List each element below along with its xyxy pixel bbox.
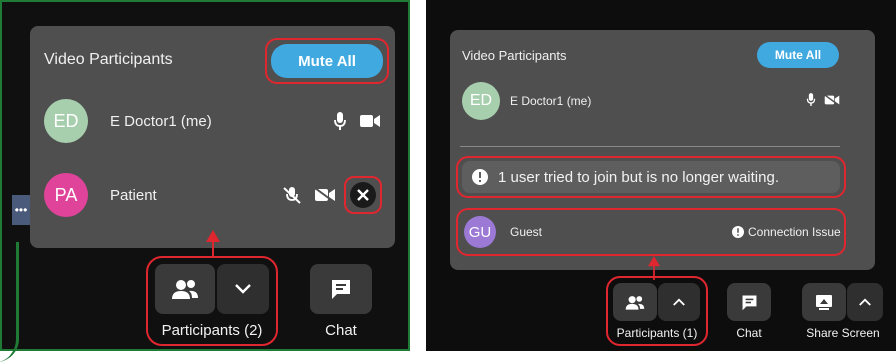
remove-participant-button[interactable] [350,182,376,208]
chat-button[interactable] [310,264,372,314]
arrow-up-icon [206,230,220,258]
share-screen-button[interactable] [802,283,846,321]
participants-button[interactable] [613,283,657,321]
chat-label: Chat [325,322,357,339]
mic-muted-icon[interactable] [282,185,302,205]
avatar-initials: ED [53,110,79,131]
participants-panel: Video Participants Mute All ED E Doctor1… [450,30,875,270]
video-off-icon[interactable] [314,187,336,203]
chevron-up-icon [673,298,685,306]
avatar: PA [44,173,88,217]
right-screenshot: Video Participants Mute All ED E Doctor1… [426,0,896,351]
chat-label: Chat [736,326,762,340]
guest-name: Guest [510,225,543,239]
panel-title: Video Participants [462,48,567,63]
share-screen-icon [815,294,833,310]
participants-panel: Video Participants Mute All ED E Doctor1… [30,26,395,248]
microphone-icon[interactable] [806,92,816,107]
more-handle[interactable]: ••• [12,195,30,225]
participants-menu-toggle[interactable] [217,264,269,314]
participants-button[interactable] [155,264,215,314]
share-screen-menu-toggle[interactable] [847,283,883,321]
info-icon [732,226,744,238]
chat-button[interactable] [727,283,771,321]
chevron-down-icon [235,284,251,294]
participant-name: E Doctor1 (me) [110,113,212,130]
notice-banner: 1 user tried to join but is no longer wa… [462,161,840,193]
avatar: GU [464,216,496,248]
divider [460,146,840,147]
mute-all-button[interactable]: Mute All [757,42,839,68]
participants-label: Participants (2) [161,322,263,339]
decorative-curve [0,242,19,362]
video-off-icon[interactable] [824,94,840,106]
video-camera-icon[interactable] [360,114,380,128]
participant-name: Patient [110,187,157,204]
left-screenshot: ••• Video Participants Mute All ED E Doc… [0,0,410,362]
panel-title: Video Participants [44,51,173,68]
avatar: ED [44,99,88,143]
people-icon [625,295,645,310]
notice-text: 1 user tried to join but is no longer wa… [498,168,779,186]
participants-label: Participants (1) [616,326,698,340]
participant-name: E Doctor1 (me) [510,94,592,108]
avatar-initials: ED [469,92,493,109]
chat-icon [330,278,352,300]
close-icon [357,189,369,201]
avatar: ED [462,82,500,120]
chat-icon [741,294,758,311]
people-icon [171,279,199,299]
avatar-initials: PA [54,184,78,205]
info-icon [472,169,488,185]
chevron-up-icon [859,298,871,306]
mute-all-button[interactable]: Mute All [271,44,383,78]
connection-status: Connection Issue [748,225,841,239]
avatar-initials: GU [468,223,492,241]
share-screen-label: Share Screen [806,326,880,340]
microphone-icon[interactable] [333,111,347,131]
participants-menu-toggle[interactable] [658,283,700,321]
